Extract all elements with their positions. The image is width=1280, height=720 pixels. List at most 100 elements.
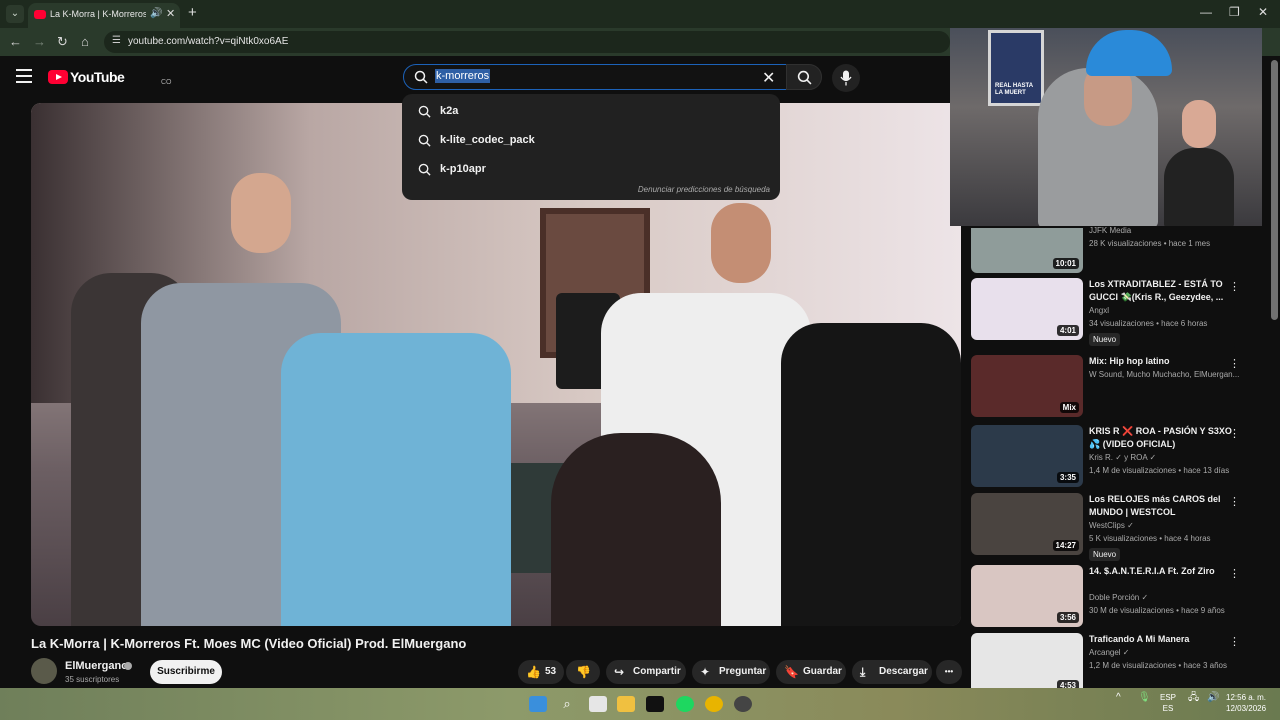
more-actions-button[interactable]: ••• xyxy=(936,660,962,684)
channel-avatar[interactable] xyxy=(31,658,57,684)
window-minimize-button[interactable]: — xyxy=(1200,5,1212,19)
related-video-channel[interactable]: Arcangel ✓ xyxy=(1089,648,1130,657)
related-video-channel[interactable]: Doble Porción ✓ xyxy=(1089,593,1148,602)
save-button[interactable]: 🔖 Guardar xyxy=(776,660,846,684)
related-video-item[interactable]: Mix Mix: Hip hop latino ⋮ W Sound, Mucho Mu… xyxy=(971,355,1271,419)
more-options-icon[interactable]: ⋮ xyxy=(1229,427,1240,440)
related-video-stats: 34 visualizaciones • hace 6 horas xyxy=(1089,319,1208,328)
share-button[interactable]: ↪ Compartir xyxy=(606,660,686,684)
tray-overflow-icon[interactable]: ^ xyxy=(1116,692,1121,703)
language-indicator[interactable]: ESP ES xyxy=(1160,692,1176,714)
related-video-thumbnail[interactable]: 4:01 xyxy=(971,278,1083,340)
chrome-icon[interactable] xyxy=(705,696,723,712)
webcam-face xyxy=(1182,100,1216,148)
reload-icon[interactable]: ↻ xyxy=(57,34,68,50)
related-video-title[interactable]: Los RELOJES más CAROS del MUNDO | WESTCO… xyxy=(1089,493,1241,519)
related-video-title[interactable]: KRIS R ❌ ROA - PASIÓN Y S3XO 💦 (VIDEO OF… xyxy=(1089,425,1241,451)
more-options-icon[interactable]: ⋮ xyxy=(1229,280,1240,293)
forward-arrow-icon[interactable]: → xyxy=(33,34,46,49)
more-options-icon[interactable]: ⋮ xyxy=(1229,357,1240,370)
video-frame-face xyxy=(231,173,291,253)
file-explorer-icon[interactable] xyxy=(617,696,635,712)
like-button[interactable]: 👍 53 xyxy=(518,660,564,684)
microphone-icon xyxy=(840,70,852,86)
browser-tabstrip: ⌄ La K-Morra | K-Morreros Ft 🔊 ✕ + — ❐ ✕ xyxy=(0,0,1280,28)
microphone-tray-icon[interactable]: 🎙 xyxy=(1138,692,1151,703)
window-close-button[interactable]: ✕ xyxy=(1258,5,1268,19)
youtube-play-logo-icon xyxy=(48,70,68,84)
page-scrollbar[interactable] xyxy=(1271,60,1278,320)
webcam-overlay: REAL HASTA LA MUERT xyxy=(950,28,1262,226)
related-video-title[interactable]: Mix: Hip hop latino xyxy=(1089,355,1241,368)
address-bar[interactable]: ☰ youtube.com/watch?v=qiNtk0xo6AE xyxy=(104,31,950,53)
webcam-cap xyxy=(1086,30,1172,76)
spotify-icon[interactable] xyxy=(676,696,694,712)
browser-tab-active[interactable]: La K-Morra | K-Morreros Ft 🔊 ✕ xyxy=(28,3,180,28)
related-video-item[interactable]: 4:01 Los XTRADITABLEZ - ESTÁ TO GUCCI 💸(K… xyxy=(971,278,1271,346)
channel-name[interactable]: ElMuergano xyxy=(65,660,128,672)
more-options-icon[interactable]: ⋮ xyxy=(1229,495,1240,508)
system-clock[interactable]: 12:56 a. m. 12/03/2026 xyxy=(1226,692,1266,714)
tab-search-menu-button[interactable]: ⌄ xyxy=(6,5,24,23)
search-icon xyxy=(797,70,812,85)
back-arrow-icon[interactable]: ← xyxy=(9,34,22,49)
tab-close-button[interactable]: ✕ xyxy=(166,7,175,20)
related-video-channel[interactable]: JJFK Media xyxy=(1089,226,1131,235)
window-restore-button[interactable]: ❐ xyxy=(1229,5,1240,19)
subscribe-button[interactable]: Suscribirme xyxy=(150,660,222,684)
clear-search-button[interactable]: ✕ xyxy=(762,68,775,88)
related-video-thumbnail[interactable]: 3:56 xyxy=(971,565,1083,627)
related-video-channel[interactable]: Kris R. ✓ y ROA ✓ xyxy=(1089,453,1156,462)
related-video-thumbnail[interactable]: Mix xyxy=(971,355,1083,417)
related-video-thumbnail[interactable]: 14:27 xyxy=(971,493,1083,555)
tiktok-icon[interactable] xyxy=(646,696,664,712)
voice-search-button[interactable] xyxy=(832,64,860,92)
youtube-favicon-icon xyxy=(34,10,46,19)
home-icon[interactable]: ⌂ xyxy=(81,34,89,49)
search-input[interactable]: k-morreros ✕ xyxy=(403,64,787,90)
tab-audio-playing-icon[interactable]: 🔊 xyxy=(150,8,162,19)
video-duration-badge: 10:01 xyxy=(1052,258,1079,269)
language-code: ESP xyxy=(1160,693,1177,702)
webcam-poster: REAL HASTA LA MUERT xyxy=(988,30,1044,106)
suggestion-item[interactable]: k-lite_codec_pack xyxy=(402,128,780,156)
more-options-icon[interactable]: ⋮ xyxy=(1229,567,1240,580)
task-view-icon[interactable] xyxy=(589,696,607,712)
thumbs-down-icon: 👎 xyxy=(576,665,591,679)
site-info-icon[interactable]: ☰ xyxy=(112,35,121,46)
verified-badge-icon xyxy=(124,662,132,670)
video-duration-badge: 14:27 xyxy=(1052,540,1079,551)
ask-button[interactable]: ✦ Preguntar xyxy=(692,660,770,684)
related-video-channel[interactable]: WestClips ✓ xyxy=(1089,521,1134,530)
windows-start-icon[interactable] xyxy=(529,696,547,712)
related-video-item[interactable]: 14:27 Los RELOJES más CAROS del MUNDO | W… xyxy=(971,493,1271,561)
taskbar-search-icon[interactable]: ⌕ xyxy=(558,696,576,712)
hamburger-menu-icon[interactable] xyxy=(16,69,32,83)
related-video-channel[interactable]: Angxl xyxy=(1089,306,1109,315)
related-video-thumbnail[interactable]: 3:35 xyxy=(971,425,1083,487)
download-button[interactable]: ⤓ Descargar xyxy=(852,660,932,684)
volume-icon[interactable]: 🔊 xyxy=(1207,692,1219,703)
search-button[interactable] xyxy=(786,64,822,90)
related-video-title[interactable]: Traficando A Mi Manera xyxy=(1089,633,1241,646)
related-video-thumbnail[interactable]: 4:53 xyxy=(971,633,1083,695)
related-video-item[interactable]: 3:56 14. $.A.N.T.E.R.I.A Ft. Zof Ziro ⋮ Dob… xyxy=(971,565,1271,629)
suggestion-text: k-lite_codec_pack xyxy=(440,134,535,146)
network-icon[interactable]: 🖧 xyxy=(1188,692,1199,703)
related-video-channel[interactable]: W Sound, Mucho Muchacho, ElMuergan... xyxy=(1089,370,1239,379)
new-tab-button[interactable]: + xyxy=(188,4,197,21)
report-predictions-link[interactable]: Denunciar predicciones de búsqueda xyxy=(638,185,770,194)
app-icon[interactable] xyxy=(734,696,752,712)
related-video-thumbnail[interactable]: 10:01 xyxy=(971,228,1083,273)
poster-text: REAL HASTA LA MUERT xyxy=(995,83,1033,96)
dislike-button[interactable]: 👎 xyxy=(566,660,600,684)
tab-title: La K-Morra | K-Morreros Ft xyxy=(50,9,146,19)
suggestion-item[interactable]: k2a xyxy=(402,99,780,127)
suggestion-item[interactable]: k-p10apr xyxy=(402,157,780,185)
more-options-icon[interactable]: ⋮ xyxy=(1229,635,1240,648)
new-badge: Nuevo xyxy=(1089,548,1121,561)
related-video-item[interactable]: 3:35 KRIS R ❌ ROA - PASIÓN Y S3XO 💦 (VIDE… xyxy=(971,425,1271,489)
related-video-title[interactable]: 14. $.A.N.T.E.R.I.A Ft. Zof Ziro xyxy=(1089,565,1241,578)
related-video-title[interactable]: Los XTRADITABLEZ - ESTÁ TO GUCCI 💸(Kris … xyxy=(1089,278,1241,304)
video-duration-badge: 3:56 xyxy=(1056,612,1079,623)
